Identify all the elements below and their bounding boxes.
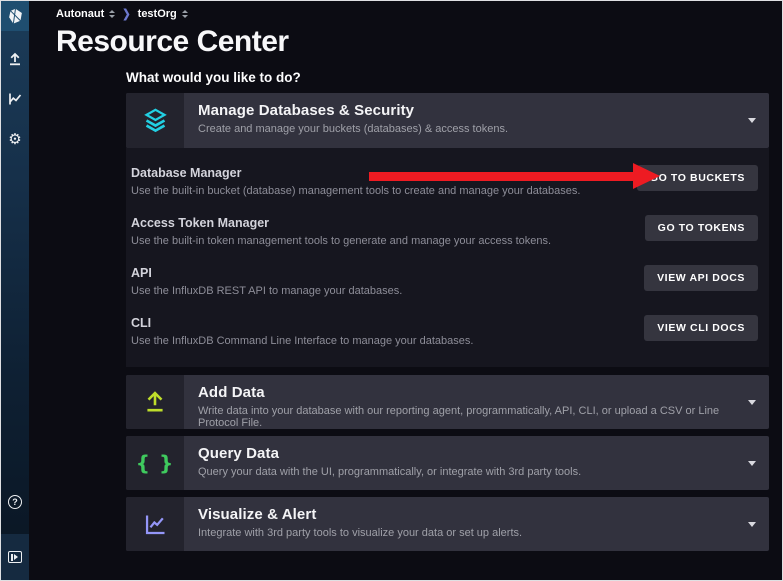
row-text: Access Token Manager Use the built-in to… [131,210,551,247]
page-title: Resource Center [56,25,782,59]
row-api: API Use the InfluxDB REST API to manage … [131,253,758,303]
panel-gap [126,429,769,436]
panel-header-text: Manage Databases & Security Create and m… [184,93,748,148]
sidebar-item-load-data[interactable] [1,45,29,73]
chevron-down-icon [748,522,756,527]
breadcrumb-separator-icon: ❯ [122,8,130,21]
panel-title: Visualize & Alert [198,506,734,523]
row-database-manager: Database Manager Use the built-in bucket… [131,153,758,203]
upload-icon [7,51,23,67]
breadcrumb-suborg-label: testOrg [138,8,177,20]
panel-collapse-control[interactable] [748,93,769,148]
panel-header-text: Query Data Query your data with the UI, … [184,436,748,490]
row-cli: CLI Use the InfluxDB Command Line Interf… [131,303,758,353]
panel-icon-box [126,93,184,148]
sidebar-item-data-explorer[interactable] [1,85,29,113]
breadcrumb: Autonaut ❯ testOrg [56,1,782,20]
row-description: Use the InfluxDB Command Line Interface … [131,335,473,347]
help-icon: ? [8,495,22,509]
go-to-buckets-button[interactable]: GO TO BUCKETS [637,165,758,191]
row-text: Database Manager Use the built-in bucket… [131,160,580,197]
row-description: Use the built-in token management tools … [131,235,551,247]
line-chart-icon [142,511,169,538]
breadcrumb-org-label: Autonaut [56,8,104,20]
panel-gap [126,367,769,375]
row-description: Use the InfluxDB REST API to manage your… [131,285,402,297]
sort-caret-icon [109,10,115,18]
panel-visualize-alert-header[interactable]: Visualize & Alert Integrate with 3rd par… [126,497,769,551]
row-title: CLI [131,316,473,330]
panel-icon-box [126,497,184,551]
influxdb-logo-icon [7,8,24,25]
go-to-tokens-button[interactable]: GO TO TOKENS [645,215,758,241]
upload-arrow-icon [142,389,168,415]
panel-add-data-header[interactable]: Add Data Write data into your database w… [126,375,769,429]
sort-caret-icon [182,10,188,18]
view-cli-docs-button[interactable]: VIEW CLI DOCS [644,315,758,341]
prompt-text: What would you like to do? [126,70,782,85]
panel-icon-box: { } [126,436,184,490]
row-title: Database Manager [131,166,580,180]
breadcrumb-suborg-selector[interactable]: testOrg [138,8,188,20]
panel-title: Query Data [198,445,734,462]
sidebar-item-panel-toggle[interactable] [1,534,29,580]
panel-manage-databases-content: Database Manager Use the built-in bucket… [126,148,769,367]
panel-title: Manage Databases & Security [198,102,734,119]
layers-icon [142,107,169,134]
panel-header-text: Add Data Write data into your database w… [184,375,748,429]
sidebar-item-help[interactable]: ? [1,488,29,516]
panel-description: Create and manage your buckets (database… [198,123,734,135]
row-text: API Use the InfluxDB REST API to manage … [131,260,402,297]
row-title: Access Token Manager [131,216,551,230]
sidebar-item-settings[interactable]: ⚙ [1,125,29,153]
panel-title: Add Data [198,384,734,401]
row-description: Use the built-in bucket (database) manag… [131,185,580,197]
chevron-down-icon [748,400,756,405]
influxdb-logo[interactable] [1,1,29,31]
panel-description: Query your data with the UI, programmati… [198,466,734,478]
panel-icon-box [126,375,184,429]
graph-icon [7,91,23,107]
chevron-down-icon [748,461,756,466]
panel-expand-control[interactable] [748,436,769,490]
panel-toggle-icon [8,551,22,563]
gear-icon: ⚙ [8,132,21,147]
resource-panels: Manage Databases & Security Create and m… [126,93,769,551]
row-access-token-manager: Access Token Manager Use the built-in to… [131,203,758,253]
panel-query-data-header[interactable]: { } Query Data Query your data with the … [126,436,769,490]
breadcrumb-org-selector[interactable]: Autonaut [56,8,115,20]
panel-gap [126,490,769,497]
panel-header-text: Visualize & Alert Integrate with 3rd par… [184,497,748,551]
row-title: API [131,266,402,280]
panel-expand-control[interactable] [748,375,769,429]
panel-manage-databases-header[interactable]: Manage Databases & Security Create and m… [126,93,769,148]
sidebar: ⚙ ? [1,1,29,580]
app-window: ⚙ ? Autonaut ❯ testOrg Resource Center W… [0,0,783,581]
row-text: CLI Use the InfluxDB Command Line Interf… [131,310,473,347]
main-content: Autonaut ❯ testOrg Resource Center What … [29,1,782,580]
panel-description: Write data into your database with our r… [198,405,734,429]
chevron-down-icon [748,118,756,123]
panel-expand-control[interactable] [748,497,769,551]
view-api-docs-button[interactable]: VIEW API DOCS [644,265,758,291]
braces-icon: { } [136,451,174,475]
panel-description: Integrate with 3rd party tools to visual… [198,527,734,539]
